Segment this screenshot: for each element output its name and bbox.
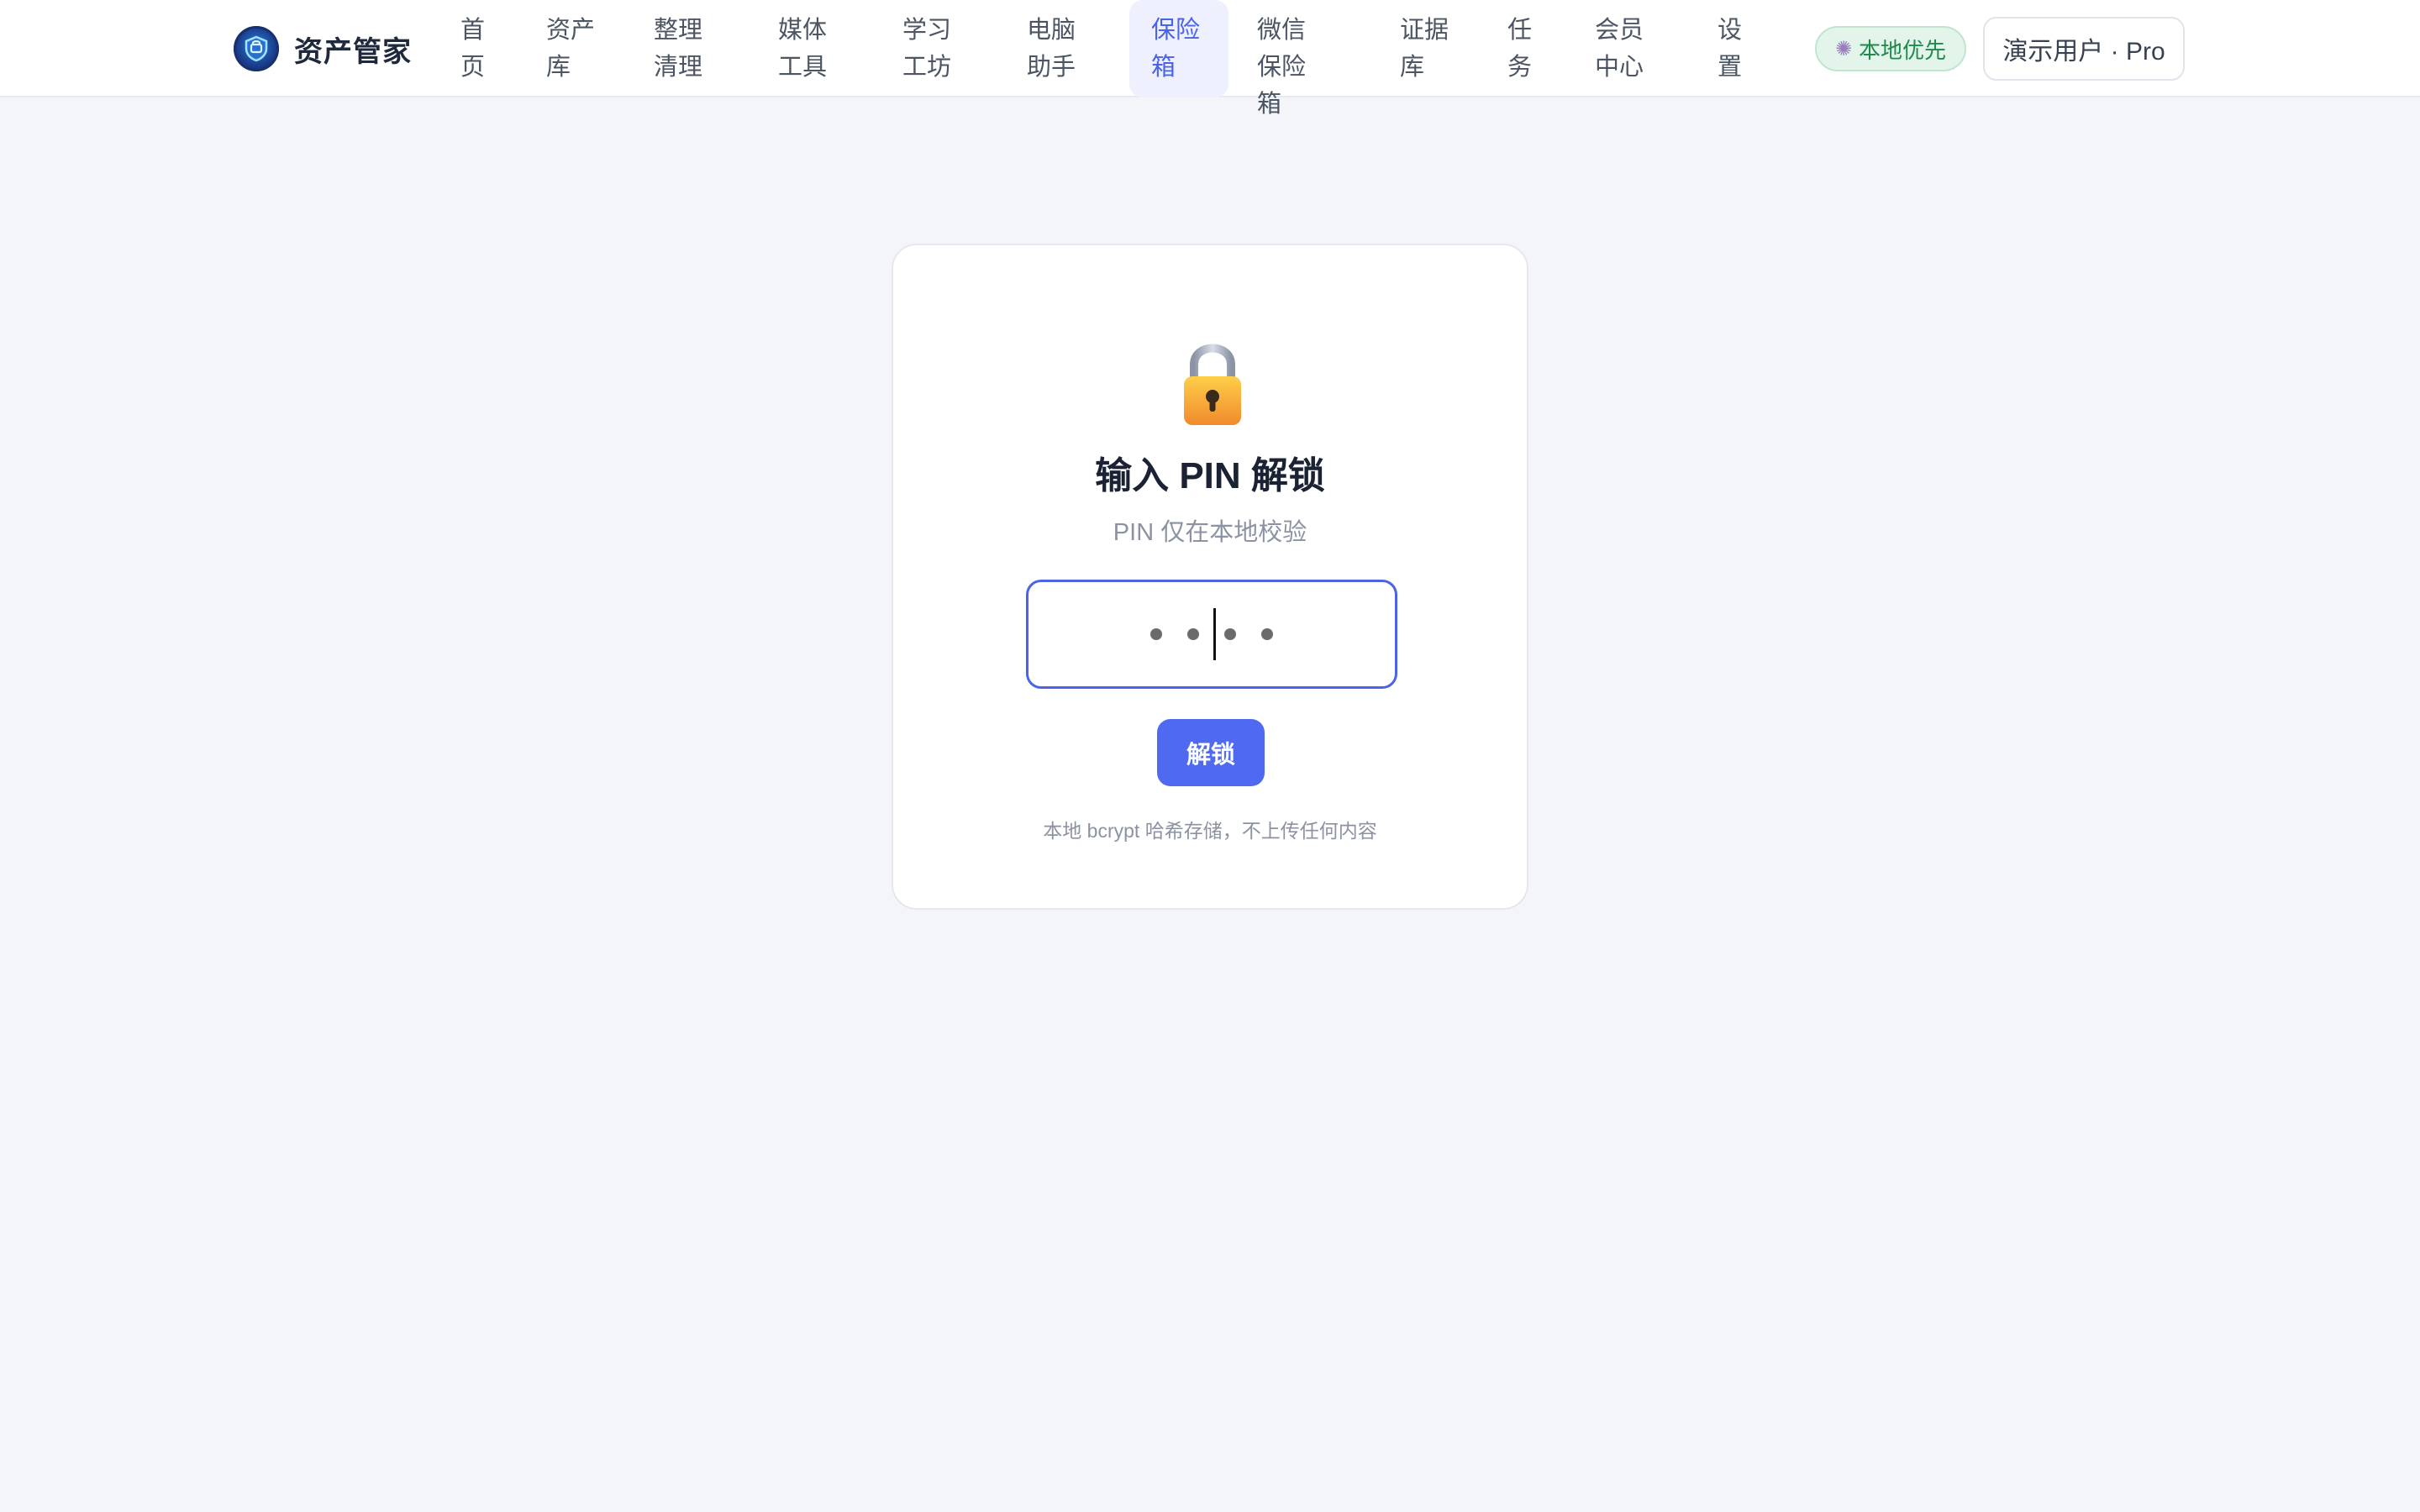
local-first-label: 本地优先 [1859,37,1947,63]
nav-item-learning-workshop[interactable]: 学习工坊 [881,0,992,97]
gear-icon: ✺ [1834,37,1853,60]
pin-dot [1150,628,1162,640]
pin-input[interactable] [1026,580,1397,689]
lock-icon [1171,338,1255,430]
unlock-button[interactable]: 解锁 [1157,719,1265,786]
page-subtitle: PIN 仅在本地校验 [1113,519,1307,546]
storage-footnote: 本地 bcrypt 哈希存储，不上传任何内容 [1043,820,1377,842]
top-navigation-bar: 资产管家 首页 资产库 整理清理 媒体工具 学习工坊 电脑助手 保险箱 微信保险… [0,0,2420,118]
nav-item-evidence-library[interactable]: 证据库 [1378,0,1470,97]
nav-item-pc-assistant[interactable]: 电脑助手 [1005,0,1116,97]
nav-item-membership[interactable]: 会员中心 [1573,0,1684,97]
shield-logo-icon [234,26,279,71]
nav-item-tasks[interactable]: 任务 [1486,0,1553,97]
text-caret [1213,608,1216,660]
nav-item-media-tools[interactable]: 媒体工具 [756,0,867,97]
user-account-button[interactable]: 演示用户 · Pro [1983,17,2185,81]
local-first-badge: ✺ 本地优先 [1815,26,1966,71]
pin-unlock-card: 输入 PIN 解锁 PIN 仅在本地校验 解锁 本地 bcrypt 哈希存储，不… [892,244,1528,910]
brand[interactable]: 资产管家 [234,24,412,74]
pin-dot [1261,628,1273,640]
nav-item-vault[interactable]: 保险箱 [1129,0,1228,97]
nav-item-organize-clean[interactable]: 整理清理 [632,0,743,97]
pin-dot [1224,628,1236,640]
nav-item-wechat-vault[interactable]: 微信保险箱 [1235,0,1346,118]
app-name: 资产管家 [294,35,412,68]
page-title: 输入 PIN 解锁 [1095,455,1325,496]
nav-item-home[interactable]: 首页 [439,0,506,97]
pin-dots [1028,582,1395,686]
nav-item-asset-library[interactable]: 资产库 [524,0,617,97]
pin-dot [1187,628,1199,640]
nav-item-settings[interactable]: 设置 [1696,0,1763,97]
